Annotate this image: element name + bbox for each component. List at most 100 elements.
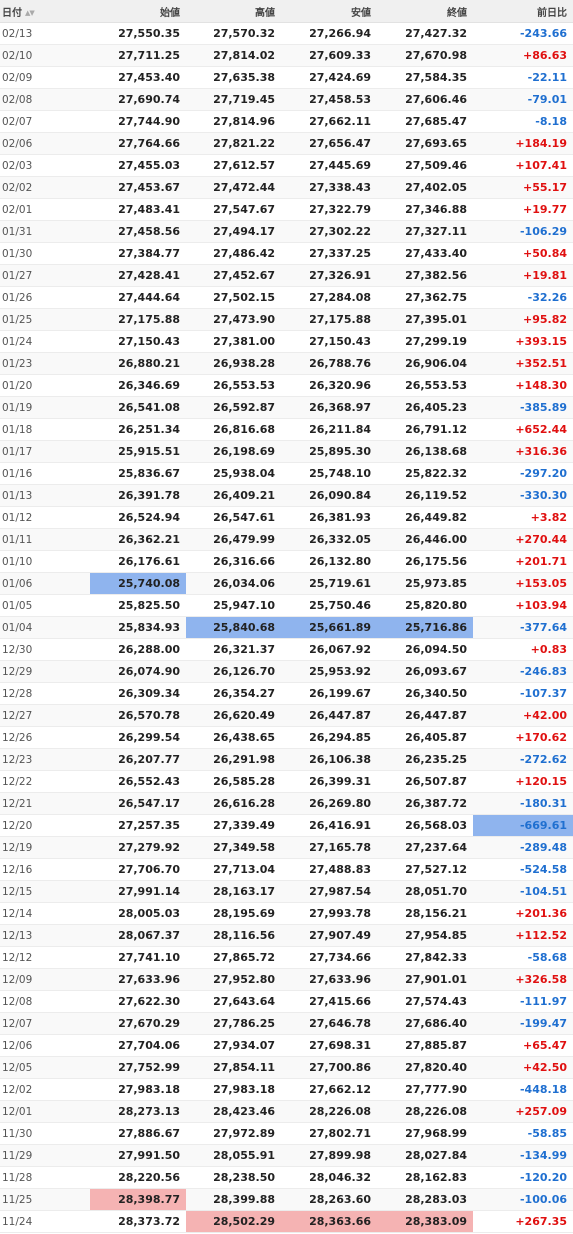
cell-close: 27,427.32: [377, 22, 473, 45]
cell-open: 27,175.88: [90, 308, 186, 331]
cell-low: 27,165.78: [281, 836, 377, 859]
cell-close: 25,822.32: [377, 462, 473, 485]
table-row: 12/07 27,670.29 27,786.25 27,646.78 27,686.4…: [0, 1012, 573, 1035]
column-header-open[interactable]: 始値: [90, 0, 186, 23]
cell-close: 28,156.21: [377, 902, 473, 925]
cell-close: 28,283.03: [377, 1188, 473, 1211]
cell-high: 27,719.45: [186, 88, 281, 111]
cell-date: 01/23: [0, 352, 90, 375]
cell-date: 12/29: [0, 660, 90, 683]
cell-close: 27,362.75: [377, 286, 473, 309]
cell-low: 26,269.80: [281, 792, 377, 815]
cell-close: 27,382.56: [377, 264, 473, 287]
cell-open: 26,176.61: [90, 550, 186, 573]
cell-change: +652.44: [473, 418, 573, 441]
cell-open: 26,251.34: [90, 418, 186, 441]
table-row: 11/25 28,398.77 28,399.88 28,263.60 28,283.0…: [0, 1188, 573, 1211]
cell-high: 28,238.50: [186, 1166, 281, 1189]
cell-close: 25,973.85: [377, 572, 473, 595]
cell-close: 26,340.50: [377, 682, 473, 705]
table-row: 02/13 27,550.35 27,570.32 27,266.94 27,427.3…: [0, 22, 573, 45]
cell-date: 01/27: [0, 264, 90, 287]
cell-date: 12/08: [0, 990, 90, 1013]
cell-close: 26,791.12: [377, 418, 473, 441]
cell-close: 26,405.87: [377, 726, 473, 749]
cell-change: +316.36: [473, 440, 573, 463]
cell-date: 02/08: [0, 88, 90, 111]
cell-date: 11/28: [0, 1166, 90, 1189]
cell-change: +267.35: [473, 1210, 573, 1233]
cell-date: 12/01: [0, 1100, 90, 1123]
cell-close: 25,820.80: [377, 594, 473, 617]
cell-change: +42.00: [473, 704, 573, 727]
cell-change: -524.58: [473, 858, 573, 881]
cell-open: 27,741.10: [90, 946, 186, 969]
cell-change: -100.06: [473, 1188, 573, 1211]
table-row: 12/15 27,991.14 28,163.17 27,987.54 28,051.7…: [0, 880, 573, 903]
cell-date: 12/13: [0, 924, 90, 947]
column-header-low[interactable]: 安値: [281, 0, 377, 23]
table-row: 12/16 27,706.70 27,713.04 27,488.83 27,527.1…: [0, 858, 573, 881]
column-header-date[interactable]: 日付 ▲▼: [0, 0, 90, 23]
cell-change: +55.17: [473, 176, 573, 199]
table-row: 01/26 27,444.64 27,502.15 27,284.08 27,362.7…: [0, 286, 573, 309]
table-row: 01/31 27,458.56 27,494.17 27,302.22 27,327.1…: [0, 220, 573, 243]
cell-change: -120.20: [473, 1166, 573, 1189]
cell-close: 26,387.72: [377, 792, 473, 815]
column-header-high[interactable]: 高値: [186, 0, 281, 23]
table-row: 11/29 27,991.50 28,055.91 27,899.98 28,027.8…: [0, 1144, 573, 1167]
cell-high: 28,423.46: [186, 1100, 281, 1123]
cell-close: 27,901.01: [377, 968, 473, 991]
cell-date: 12/16: [0, 858, 90, 881]
cell-low: 27,907.49: [281, 924, 377, 947]
cell-date: 12/19: [0, 836, 90, 859]
cell-date: 02/03: [0, 154, 90, 177]
cell-close: 26,175.56: [377, 550, 473, 573]
table-row: 01/27 27,428.41 27,452.67 27,326.91 27,382.5…: [0, 264, 573, 287]
cell-close: 27,509.46: [377, 154, 473, 177]
cell-low: 27,337.25: [281, 242, 377, 265]
cell-high: 27,952.80: [186, 968, 281, 991]
cell-open: 27,752.99: [90, 1056, 186, 1079]
cell-change: -297.20: [473, 462, 573, 485]
cell-date: 01/11: [0, 528, 90, 551]
cell-low: 27,445.69: [281, 154, 377, 177]
cell-high: 26,547.61: [186, 506, 281, 529]
cell-low: 26,447.87: [281, 704, 377, 727]
cell-high: 27,643.64: [186, 990, 281, 1013]
table-row: 01/19 26,541.08 26,592.87 26,368.97 26,405.2…: [0, 396, 573, 419]
cell-open: 28,398.77: [90, 1188, 186, 1211]
cell-open: 27,279.92: [90, 836, 186, 859]
cell-close: 27,527.12: [377, 858, 473, 881]
cell-close: 27,584.35: [377, 66, 473, 89]
table-row: 12/28 26,309.34 26,354.27 26,199.67 26,340.5…: [0, 682, 573, 705]
cell-low: 27,700.86: [281, 1056, 377, 1079]
cell-open: 27,622.30: [90, 990, 186, 1013]
cell-high: 27,814.02: [186, 44, 281, 67]
table-row: 01/20 26,346.69 26,553.53 26,320.96 26,553.5…: [0, 374, 573, 397]
cell-open: 27,384.77: [90, 242, 186, 265]
cell-change: +112.52: [473, 924, 573, 947]
cell-low: 27,987.54: [281, 880, 377, 903]
sort-icon[interactable]: ▲▼: [25, 9, 35, 17]
cell-date: 01/16: [0, 462, 90, 485]
table-row: 01/04 25,834.93 25,840.68 25,661.89 25,716.8…: [0, 616, 573, 639]
cell-close: 27,606.46: [377, 88, 473, 111]
cell-date: 01/18: [0, 418, 90, 441]
table-row: 12/20 27,257.35 27,339.49 26,416.91 26,568.0…: [0, 814, 573, 837]
column-header-change[interactable]: 前日比: [473, 0, 573, 23]
cell-open: 27,991.50: [90, 1144, 186, 1167]
cell-open: 27,453.40: [90, 66, 186, 89]
cell-change: -289.48: [473, 836, 573, 859]
cell-high: 27,972.89: [186, 1122, 281, 1145]
cell-date: 11/24: [0, 1210, 90, 1233]
cell-low: 27,802.71: [281, 1122, 377, 1145]
table-row: 12/06 27,704.06 27,934.07 27,698.31 27,885.8…: [0, 1034, 573, 1057]
cell-date: 02/02: [0, 176, 90, 199]
cell-open: 27,706.70: [90, 858, 186, 881]
header-row: 日付 ▲▼ 始値 高値 安値 終値 前日比: [0, 0, 573, 23]
cell-date: 12/02: [0, 1078, 90, 1101]
cell-change: -58.85: [473, 1122, 573, 1145]
cell-high: 26,938.28: [186, 352, 281, 375]
column-header-close[interactable]: 終値: [377, 0, 473, 23]
